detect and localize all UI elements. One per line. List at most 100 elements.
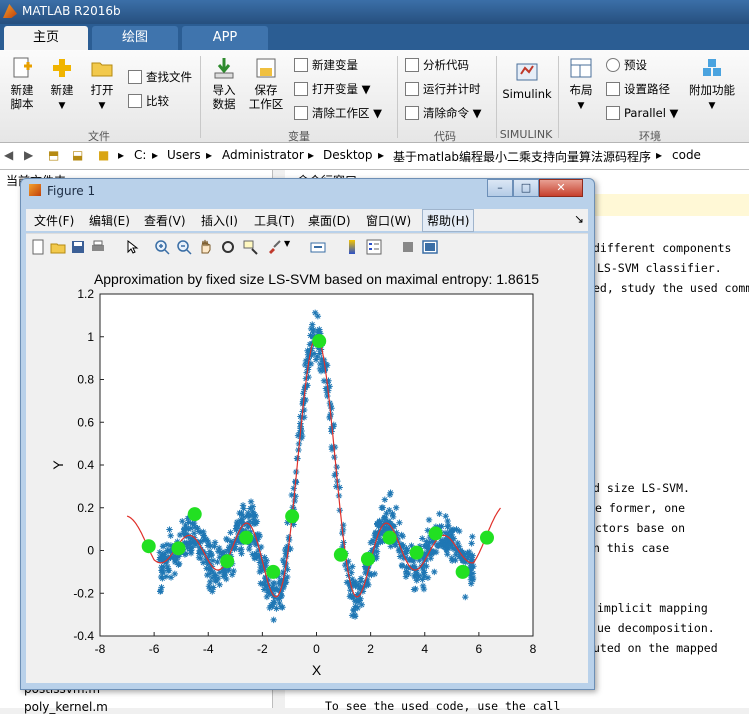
import-data-button[interactable]: 导入 数据	[206, 56, 242, 111]
command-output-line: d size LS-SVM.	[593, 481, 690, 495]
data-point	[216, 548, 223, 555]
tab-home[interactable]: 主页	[4, 26, 88, 50]
clear-workspace-button[interactable]: 清除工作区 ▼	[294, 104, 382, 122]
pointer-icon[interactable]	[124, 239, 140, 255]
data-point	[156, 549, 163, 556]
save-icon[interactable]	[70, 239, 86, 255]
menu-help[interactable]: 帮助(H)	[422, 209, 475, 232]
data-point	[210, 584, 217, 591]
menu-file[interactable]: 文件(F)	[34, 212, 74, 229]
menu-tools[interactable]: 工具(T)	[254, 212, 295, 229]
file-group-label: 文件	[88, 130, 110, 143]
tab-plots[interactable]: 绘图	[92, 26, 178, 50]
close-button[interactable]: ✕	[539, 179, 583, 197]
compare-button[interactable]: 比较	[128, 92, 169, 110]
pan-icon[interactable]	[198, 239, 214, 255]
open-icon[interactable]	[50, 239, 66, 255]
matlab-logo-icon	[3, 4, 17, 18]
ribbon: 新建 脚本 新建 ▼ 打开 ▼ 查找文件 比较 文件 导入 数据 保存 工作区 新建…	[0, 50, 749, 143]
up-folder-icon[interactable]: ⬒	[48, 148, 59, 162]
maximize-button[interactable]: □	[513, 179, 539, 197]
new-variable-button[interactable]: 新建变量	[294, 56, 358, 74]
support-vector-point	[479, 530, 494, 545]
print-icon[interactable]	[90, 239, 106, 255]
address-bar[interactable]: ◀ ▶ ⬒ ⬓ ■ ▸ C: ▸ Users ▸ Administrator ▸…	[0, 143, 749, 170]
path-segment[interactable]: Desktop	[323, 148, 373, 162]
menu-window[interactable]: 窗口(W)	[366, 212, 411, 229]
open-variable-button[interactable]: 打开变量 ▼	[294, 80, 371, 98]
layout-button[interactable]: 布局 ▼	[564, 56, 598, 113]
menu-insert[interactable]: 插入(I)	[201, 212, 238, 229]
data-point	[292, 493, 299, 500]
data-point	[250, 512, 257, 520]
data-point	[367, 539, 375, 546]
zoom-in-icon[interactable]	[154, 239, 170, 255]
legend-icon[interactable]	[366, 239, 382, 255]
add-ons-button[interactable]: 附加功能 ▼	[686, 56, 738, 113]
path-segment[interactable]: C:	[134, 148, 146, 162]
preferences-button[interactable]: 预设	[606, 56, 647, 74]
show-plot-tools-icon[interactable]	[422, 239, 438, 255]
path-segment[interactable]: code	[672, 148, 701, 162]
run-and-time-button[interactable]: 运行并计时	[405, 80, 481, 98]
analyze-code-button[interactable]: 分析代码	[405, 56, 469, 74]
back-icon[interactable]: ◀	[4, 148, 13, 162]
find-files-button[interactable]: 查找文件	[128, 68, 192, 86]
tab-apps[interactable]: APP	[182, 26, 268, 50]
browse-folder-icon[interactable]: ⬓	[72, 148, 83, 162]
support-vector-point	[266, 564, 281, 579]
path-segment[interactable]: 基于matlab编程最小二乘支持向量算法源码程序	[393, 148, 651, 165]
data-point	[256, 568, 263, 576]
zoom-out-icon[interactable]	[176, 239, 192, 255]
clear-commands-button[interactable]: 清除命令 ▼	[405, 104, 482, 122]
brush-icon[interactable]	[266, 239, 282, 255]
new-figure-icon[interactable]	[30, 239, 46, 255]
forward-icon[interactable]: ▶	[24, 148, 33, 162]
x-tick-label: 4	[421, 642, 428, 656]
data-point	[157, 573, 165, 581]
parallel-button[interactable]: Parallel ▼	[606, 104, 678, 122]
hide-plot-tools-icon[interactable]	[400, 239, 416, 255]
command-output-line: LS-SVM classifier.	[597, 261, 722, 275]
data-point	[285, 534, 293, 541]
dock-arrow-icon[interactable]: ↘	[574, 212, 584, 226]
colorbar-icon[interactable]	[344, 239, 360, 255]
file-item[interactable]: poly_kernel.m	[24, 700, 108, 714]
find-files-icon	[128, 70, 142, 84]
data-point	[398, 561, 406, 569]
set-path-button[interactable]: 设置路径	[606, 80, 670, 98]
path-segment[interactable]: Users	[167, 148, 201, 162]
gear-icon	[606, 58, 620, 72]
simulink-button[interactable]: Simulink	[502, 60, 552, 101]
plot-area[interactable]: Approximation by fixed size LS-SVM based…	[26, 259, 588, 683]
figure-canvas[interactable]: Approximation by fixed size LS-SVM based…	[26, 259, 588, 683]
path-segment[interactable]: Administrator	[222, 148, 304, 162]
minimize-button[interactable]: –	[487, 179, 513, 197]
brush-dropdown-icon[interactable]: ▼	[284, 239, 300, 255]
data-point	[379, 504, 387, 511]
support-vector-point	[409, 545, 424, 560]
x-tick-label: 0	[313, 642, 320, 656]
menu-desktop[interactable]: 桌面(D)	[308, 212, 351, 229]
new-button[interactable]: 新建 ▼	[44, 56, 80, 113]
data-point	[424, 574, 432, 581]
figure-window[interactable]: Figure 1 – □ ✕ 文件(F) 编辑(E) 查看(V) 插入(I) 工…	[20, 178, 595, 690]
figure-title: Figure 1	[47, 184, 96, 198]
data-point	[238, 545, 245, 553]
data-cursor-icon[interactable]	[242, 239, 258, 255]
data-point	[227, 538, 235, 545]
data-point	[167, 532, 174, 539]
rotate-icon[interactable]	[220, 239, 236, 255]
save-workspace-button[interactable]: 保存 工作区	[246, 56, 286, 111]
plus-icon	[53, 59, 71, 77]
menu-edit[interactable]: 编辑(E)	[89, 212, 130, 229]
app-title-bar: MATLAB R2016b	[0, 0, 749, 24]
figure-title-bar[interactable]: Figure 1 – □ ✕	[21, 179, 594, 203]
new-script-button[interactable]: 新建 脚本	[4, 56, 40, 111]
menu-view[interactable]: 查看(V)	[144, 212, 186, 229]
link-icon[interactable]	[310, 239, 326, 255]
open-button[interactable]: 打开 ▼	[84, 56, 120, 113]
x-tick-label: -4	[203, 642, 214, 656]
y-axis-label: Y	[50, 460, 66, 470]
y-tick-label: 1.2	[77, 287, 94, 301]
